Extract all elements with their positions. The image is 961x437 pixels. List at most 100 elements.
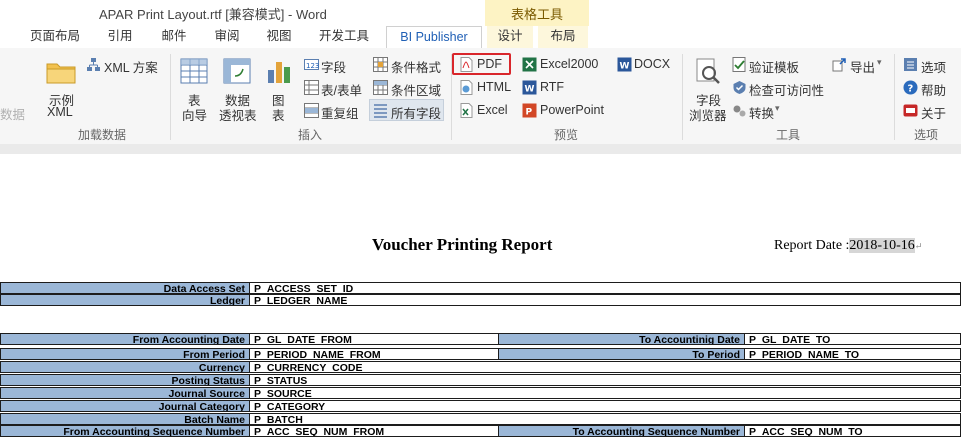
validate-template-button[interactable]: 验证模板: [749, 57, 799, 76]
options-button[interactable]: 选项: [921, 57, 946, 76]
label-from-accounting-date: From Accounting Date: [0, 333, 250, 345]
svg-text:?: ?: [908, 84, 914, 95]
tab-mailings[interactable]: 邮件: [154, 26, 194, 48]
document-canvas[interactable]: Voucher Printing Report Report Date :201…: [0, 155, 961, 437]
check-accessibility-button[interactable]: 检查可访问性: [749, 80, 824, 99]
tab-bi-publisher[interactable]: BI Publisher: [386, 26, 482, 50]
excel-icon: [460, 103, 473, 118]
export-chevron-down-icon[interactable]: ▾: [877, 57, 882, 68]
svg-text:P: P: [526, 108, 533, 118]
export-button[interactable]: 导出: [850, 57, 875, 76]
excel-preview-button[interactable]: Excel: [477, 103, 508, 117]
export-icon: [832, 58, 846, 72]
field-batch[interactable]: P_BATCH: [249, 413, 961, 425]
label-batch-name: Batch Name: [0, 413, 250, 425]
sample-xml-line2[interactable]: XML: [47, 105, 73, 119]
excel2000-icon: [522, 57, 537, 72]
tab-references[interactable]: 引用: [100, 26, 140, 48]
accessibility-check-icon: [733, 81, 746, 94]
tab-view[interactable]: 视图: [259, 26, 299, 48]
field-ledger-name[interactable]: P_LEDGER_NAME: [249, 294, 961, 306]
docx-preview-button[interactable]: DOCX: [634, 57, 670, 71]
help-button[interactable]: 帮助: [921, 80, 946, 99]
tools-group-label: 工具: [776, 128, 801, 142]
report-title: Voucher Printing Report: [372, 235, 553, 254]
label-ledger: Ledger: [0, 294, 250, 306]
chart-icon: [268, 62, 290, 83]
field-category[interactable]: P_CATEGORY: [249, 400, 961, 412]
label-to-period: To Period: [498, 348, 745, 360]
repeat-group-button[interactable]: 重复组: [321, 103, 359, 122]
group-divider: [894, 54, 895, 140]
table-tools-context-group: 表格工具: [485, 0, 589, 26]
window-title: APAR Print Layout.rtf [兼容模式] - Word: [99, 7, 327, 22]
pivot-table-line2[interactable]: 透视表: [219, 105, 257, 124]
field-acc-seq-num-from[interactable]: P_ACC_SEQ_NUM_FROM: [249, 425, 499, 437]
field-browser-line2[interactable]: 浏览器: [689, 105, 727, 124]
label-journal-source: Journal Source: [0, 387, 250, 399]
tab-developer[interactable]: 开发工具: [313, 26, 375, 48]
label-posting-status: Posting Status: [0, 374, 250, 386]
label-data-access-set: Data Access Set: [0, 282, 250, 294]
field-currency-code[interactable]: P_CURRENCY_CODE: [249, 361, 961, 373]
about-button[interactable]: 关于: [921, 103, 946, 122]
xml-schema-button[interactable]: XML 方案: [104, 57, 158, 76]
label-to-accounting-sequence: To Accounting Sequence Number: [498, 425, 745, 437]
conditional-format-button[interactable]: 条件格式: [391, 57, 441, 76]
validate-template-icon: [732, 57, 746, 72]
preview-group-label: 预览: [554, 128, 579, 142]
field-browser-icon: [696, 58, 720, 84]
svg-text:W: W: [525, 85, 535, 95]
folder-icon: [46, 63, 76, 84]
excel2000-preview-button[interactable]: Excel2000: [540, 57, 598, 71]
load-data-group-label: 加载数据: [78, 128, 127, 142]
field-icon: 123: [304, 59, 319, 70]
pdf-icon: [460, 57, 473, 72]
html-icon: [460, 80, 473, 95]
ribbon-tab-bar: 页面布局 引用 邮件 审阅 视图 开发工具 BI Publisher 设计 布局: [0, 26, 961, 50]
all-fields-button[interactable]: 所有字段: [391, 103, 441, 122]
field-access-set-id[interactable]: P_ACCESS_SET_ID: [249, 282, 961, 294]
report-date: Report Date :2018-10-16↵: [774, 238, 922, 254]
field-status[interactable]: P_STATUS: [249, 374, 961, 386]
report-date-value: 2018-10-16: [849, 238, 915, 253]
convert-button[interactable]: 转换: [749, 103, 774, 122]
pivot-table-icon: [223, 58, 251, 84]
field-button[interactable]: 字段: [321, 57, 346, 76]
tab-review[interactable]: 审阅: [207, 26, 247, 48]
group-divider: [682, 54, 683, 140]
table-wizard-line2[interactable]: 向导: [182, 105, 207, 124]
html-preview-button[interactable]: HTML: [477, 80, 511, 94]
options-group-label: 选项: [914, 128, 939, 142]
table-form-icon: [304, 80, 319, 95]
chart-line2[interactable]: 表: [272, 105, 285, 124]
field-period-name-from[interactable]: P_PERIOD_NAME_FROM: [249, 348, 499, 360]
table-wizard-icon: [180, 58, 208, 84]
tab-page-layout[interactable]: 页面布局: [24, 26, 86, 48]
report-date-label: Report Date :: [774, 238, 850, 253]
pdf-preview-button[interactable]: PDF: [477, 57, 502, 71]
svg-text:W: W: [620, 62, 630, 72]
field-acc-seq-num-to[interactable]: P_ACC_SEQ_NUM_TO: [744, 425, 961, 437]
conditional-format-icon: [373, 57, 388, 72]
svg-text:123: 123: [306, 62, 319, 70]
paragraph-mark: ↵: [914, 241, 923, 251]
label-from-accounting-sequence: From Accounting Sequence Number: [0, 425, 250, 437]
xml-schema-icon: [87, 58, 100, 71]
all-fields-icon: [374, 104, 387, 118]
powerpoint-preview-button[interactable]: PowerPoint: [540, 103, 604, 117]
rtf-preview-button[interactable]: RTF: [540, 80, 564, 94]
tab-layout[interactable]: 布局: [538, 26, 588, 48]
label-currency: Currency: [0, 361, 250, 373]
convert-chevron-down-icon[interactable]: ▾: [775, 103, 780, 114]
load-data-button-label[interactable]: 数据: [0, 104, 25, 123]
tab-design[interactable]: 设计: [487, 26, 533, 48]
field-gl-date-from[interactable]: P_GL_DATE_FROM: [249, 333, 499, 345]
label-from-period: From Period: [0, 348, 250, 360]
field-period-name-to[interactable]: P_PERIOD_NAME_TO: [744, 348, 961, 360]
field-source[interactable]: P_SOURCE: [249, 387, 961, 399]
table-form-button[interactable]: 表/表单: [321, 80, 362, 99]
conditional-region-button[interactable]: 条件区域: [391, 80, 441, 99]
repeat-group-icon: [304, 103, 319, 118]
field-gl-date-to[interactable]: P_GL_DATE_TO: [744, 333, 961, 345]
